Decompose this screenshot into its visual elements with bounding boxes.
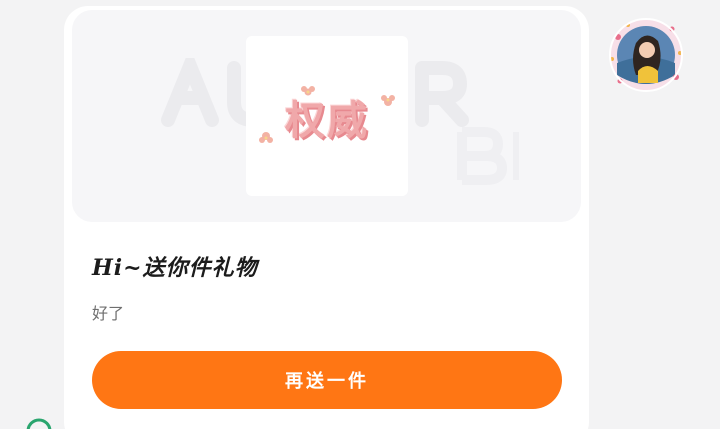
gift-image: 权威 [246,36,408,196]
chat-screen: 权威 Hi~送你件礼物 好了 再送一件 [0,0,720,429]
avatar[interactable] [606,15,686,95]
gift-message-title: Hi~送你件礼物 [92,255,258,281]
gift-name: 权威 [285,98,369,144]
status-icon [26,418,52,429]
sender-avatar-icon [609,18,683,92]
gift-preview: 权威 [72,10,581,222]
gift-message-card: 权威 Hi~送你件礼物 好了 再送一件 [64,6,589,429]
send-again-button[interactable]: 再送一件 [92,351,562,409]
gift-message-subtitle: 好了 [92,304,125,323]
